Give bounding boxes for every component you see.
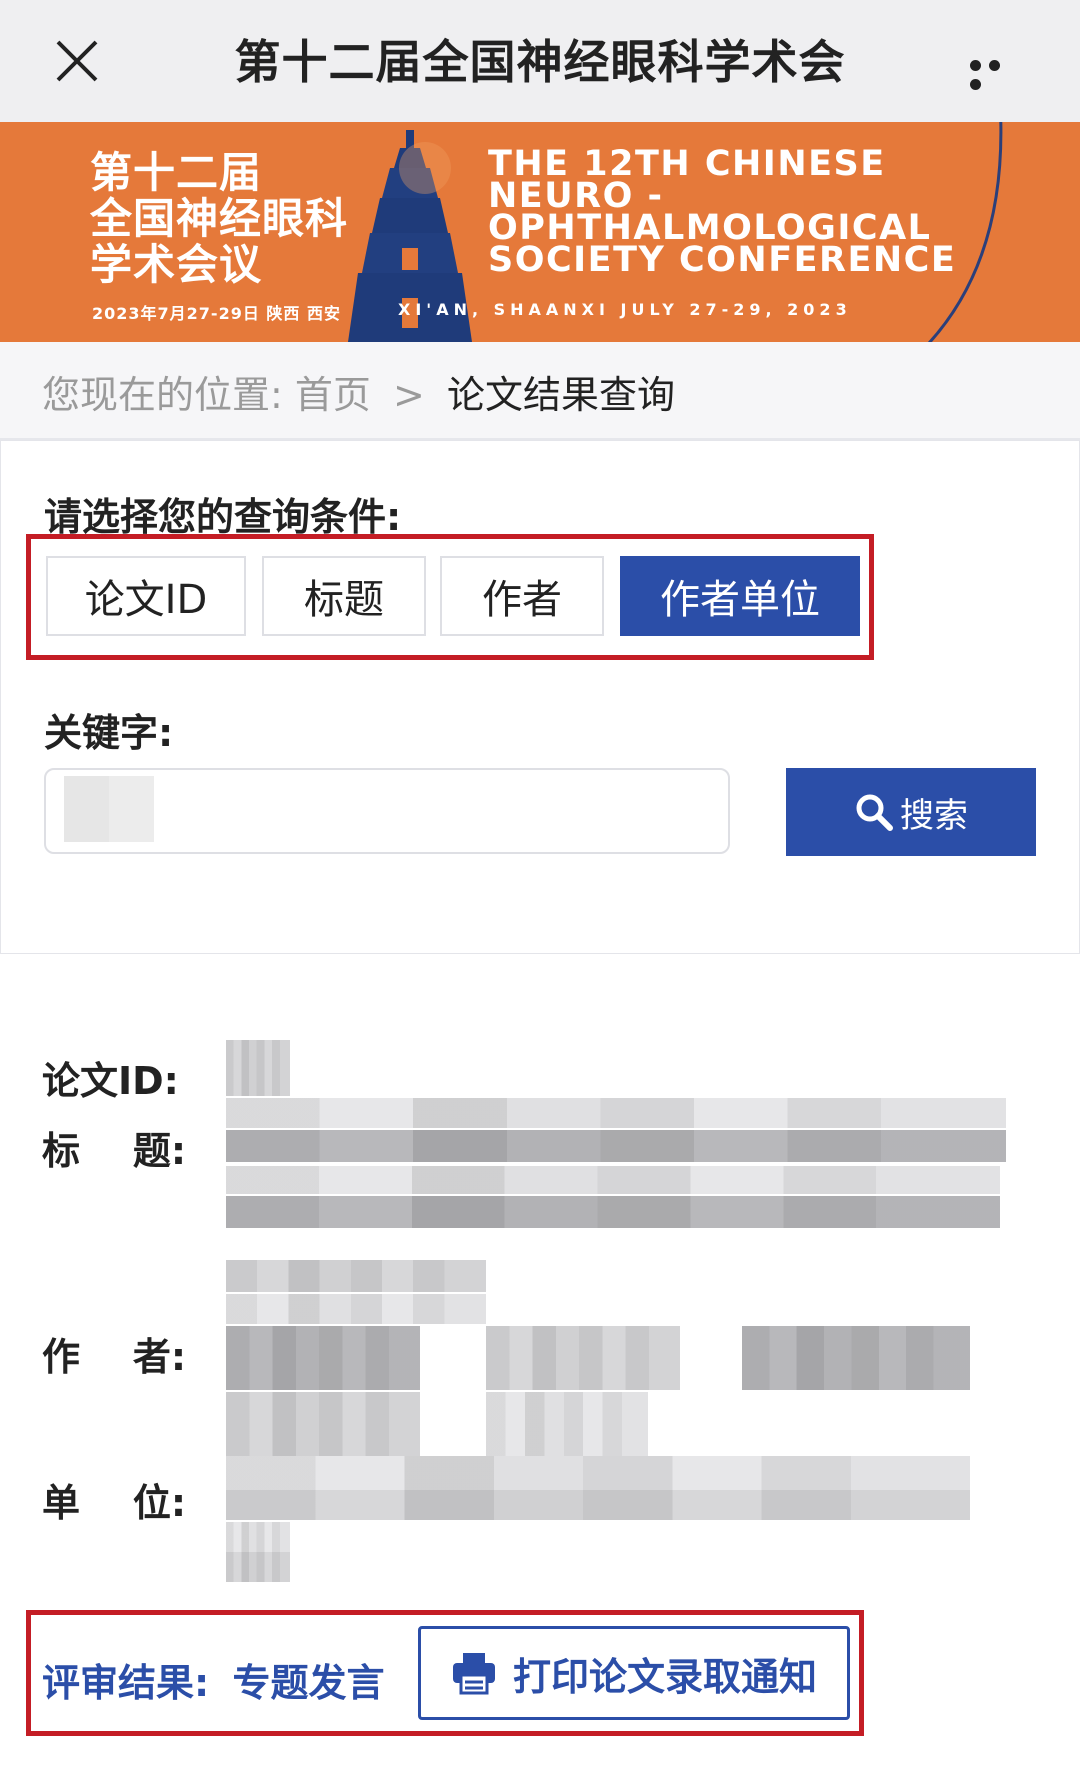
page-title: 第十二届全国神经眼科学术会	[234, 35, 846, 89]
breadcrumb-prefix: 您现在的位置:	[42, 373, 283, 417]
breadcrumb: 您现在的位置: 首页 > 论文结果查询	[0, 342, 1080, 440]
author-redacted-2	[226, 1326, 420, 1390]
banner-date: 2023年7月27-29日 陕西 西安	[92, 304, 341, 323]
print-notice-label: 打印论文录取通知	[512, 1654, 817, 1699]
title-redacted-1	[226, 1098, 1006, 1128]
conference-banner: 第十二届 全国神经眼科 学术会议 2023年7月27-29日 陕西 西安 THE…	[0, 122, 1080, 342]
search-button[interactable]: 搜索	[786, 768, 1036, 856]
keyword-redacted	[64, 776, 154, 842]
author-redacted-6	[486, 1392, 648, 1456]
breadcrumb-home-link[interactable]: 首页	[295, 373, 371, 417]
option-author-unit[interactable]: 作者单位	[620, 556, 860, 636]
unit-redacted-3	[226, 1522, 290, 1552]
review-result-value: 专题发言	[232, 1661, 385, 1705]
option-title[interactable]: 标题	[262, 556, 426, 636]
review-result-label: 评审结果:	[42, 1661, 210, 1705]
title-redacted-4	[226, 1196, 1000, 1228]
criteria-label: 请选择您的查询条件:	[44, 495, 402, 539]
banner-location: XI'AN, SHAANXI JULY 27-29, 2023	[398, 300, 852, 319]
printer-icon	[452, 1653, 495, 1695]
breadcrumb-current: 论文结果查询	[446, 373, 675, 417]
author-redacted-1	[226, 1294, 486, 1324]
author-redacted-5	[226, 1392, 420, 1456]
top-navbar: 第十二届全国神经眼科学术会	[0, 0, 1080, 122]
breadcrumb-separator: >	[393, 373, 425, 417]
title-redacted-3	[226, 1166, 1000, 1194]
unit-redacted-4	[226, 1552, 290, 1582]
search-button-label: 搜索	[900, 795, 968, 836]
author-redacted-3	[486, 1326, 680, 1390]
unit-redacted-1	[226, 1456, 970, 1490]
print-notice-button[interactable]: 打印论文录取通知	[418, 1626, 850, 1720]
option-paper-id[interactable]: 论文ID	[46, 556, 246, 636]
author-label: 作 者:	[42, 1335, 187, 1379]
search-icon	[856, 794, 893, 831]
review-result: 评审结果: 专题发言	[42, 1652, 384, 1707]
keyword-label: 关键字:	[44, 711, 174, 755]
title-redacted-5	[226, 1260, 486, 1292]
banner-english-title: THE 12TH CHINESE NEURO - OPHTHALMOLOGICA…	[488, 144, 957, 280]
author-redacted-4	[742, 1326, 970, 1390]
title-label: 标 题:	[42, 1129, 187, 1173]
unit-label: 单 位:	[42, 1481, 187, 1525]
option-author[interactable]: 作者	[440, 556, 604, 636]
more-options-icon[interactable]	[970, 56, 1026, 90]
unit-redacted-2	[226, 1490, 970, 1520]
banner-chinese-title: 第十二届 全国神经眼科 学术会议	[90, 148, 349, 289]
paper-id-label: 论文ID:	[42, 1059, 179, 1103]
paper-id-redacted	[226, 1040, 290, 1096]
title-redacted-2	[226, 1130, 1006, 1162]
